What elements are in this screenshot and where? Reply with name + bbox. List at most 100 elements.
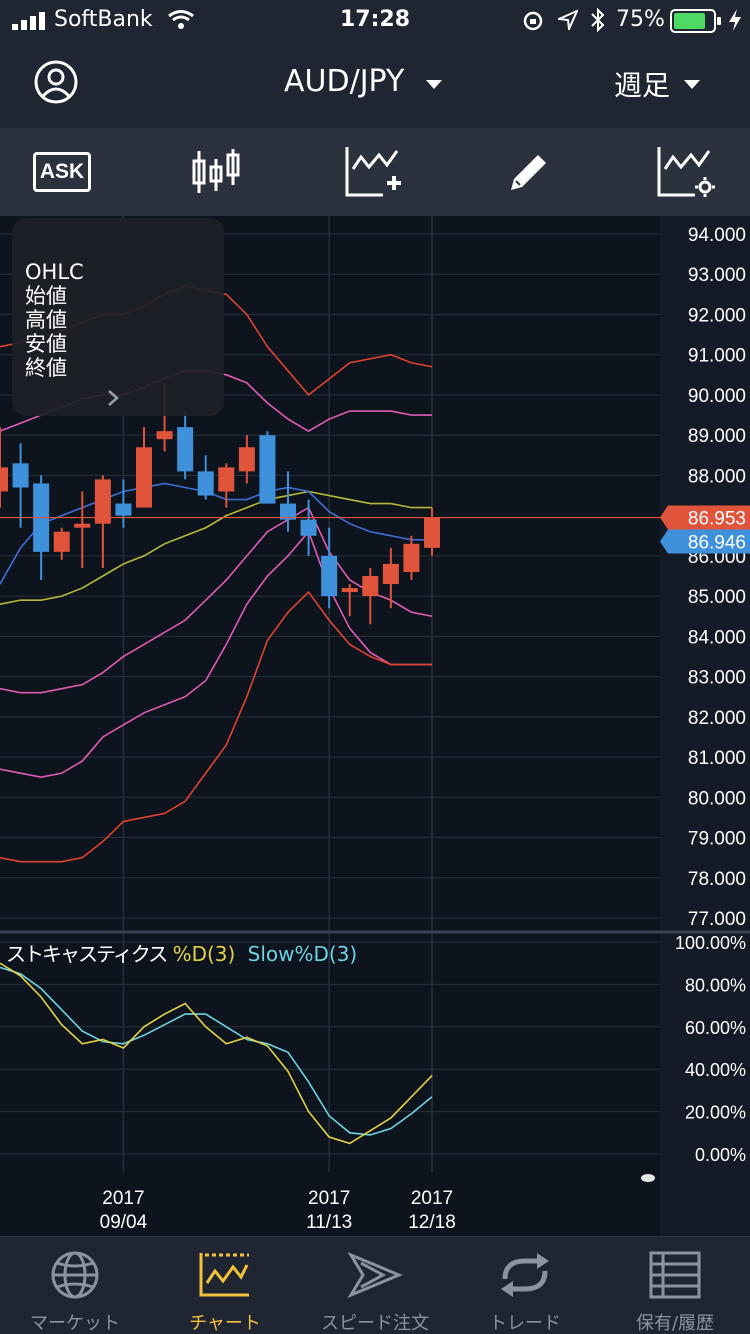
status-bar: SoftBank 17:28 75%	[0, 0, 750, 40]
stoch-tick-label: 20.00%	[685, 1103, 746, 1123]
candle-body	[136, 447, 152, 508]
stochastics-name: ストキャスティクス	[6, 942, 168, 966]
stoch-tick-label: 0.00%	[695, 1145, 746, 1165]
bid-price-label: 86.953	[688, 509, 746, 530]
price-tick-label: 89.000	[688, 426, 746, 447]
date-year-label: 2017	[308, 1188, 350, 1209]
date-day-label: 11/13	[306, 1212, 352, 1233]
chevron-down-icon	[684, 80, 700, 89]
stochastics-legend: ストキャスティクス %D(3) Slow%D(3)	[6, 938, 357, 967]
battery-icon	[670, 9, 721, 33]
price-tick-label: 84.000	[688, 627, 746, 648]
candle-body	[238, 447, 255, 472]
price-tick-label: 80.000	[688, 788, 746, 809]
bottom-tab-bar: マーケット チャート スピード注文 トレード 保有/履歴	[0, 1236, 750, 1334]
price-tick-label: 94.000	[688, 225, 746, 246]
chart-type-button[interactable]	[171, 138, 261, 206]
low-label: 安値	[25, 332, 67, 356]
tab-trade-label: トレード	[489, 1313, 561, 1334]
battery-percent: 75%	[616, 7, 665, 32]
price-tick-label: 85.000	[688, 587, 746, 608]
bluetooth-icon	[591, 8, 605, 32]
candle-body	[362, 576, 379, 597]
ask-bid-toggle-button[interactable]: ASK	[17, 138, 107, 206]
price-tick-label: 93.000	[688, 265, 746, 286]
currency-pair-title: AUD/JPY	[284, 64, 405, 99]
date-day-label: 09/04	[100, 1212, 148, 1233]
bollinger-lower-3	[0, 590, 432, 863]
add-indicator-icon	[345, 147, 401, 197]
candle-body	[0, 467, 8, 492]
add-indicator-button[interactable]	[328, 138, 418, 206]
date-day-label: 12/18	[408, 1212, 456, 1233]
candle-body	[259, 435, 276, 504]
exchange-icon	[501, 1253, 549, 1297]
stoch-tick-label: 80.00%	[685, 975, 746, 995]
ohlc-info-panel[interactable]: OHLC 始値 高値 安値 終値	[12, 218, 224, 416]
scroll-indicator	[641, 1174, 655, 1182]
stoch-tick-label: 40.00%	[685, 1060, 746, 1080]
price-tick-label: 77.000	[688, 909, 746, 930]
ask-label: ASK	[39, 160, 85, 183]
account-icon[interactable]	[34, 60, 78, 104]
price-tick-label: 91.000	[688, 346, 746, 367]
candle-body	[321, 555, 338, 597]
chevron-right-icon[interactable]	[106, 388, 120, 408]
candle-body	[300, 519, 317, 536]
tab-trade[interactable]: トレード	[450, 1237, 600, 1334]
pencil-icon	[511, 155, 546, 190]
price-tick-label: 81.000	[688, 748, 746, 769]
tab-speed-order[interactable]: スピード注文	[300, 1237, 450, 1334]
price-tick-label: 79.000	[688, 829, 746, 850]
stochastics-slow-label: Slow%D(3)	[247, 942, 358, 966]
chevron-down-icon	[426, 80, 442, 89]
tab-positions-history[interactable]: 保有/履歴	[600, 1237, 750, 1334]
candle-body	[74, 523, 91, 528]
price-tick-label: 88.000	[688, 466, 746, 487]
tab-speed-order-label: スピード注文	[321, 1313, 429, 1334]
stochastic-slow-d-line	[0, 966, 433, 1136]
stochastics-d-label: %D(3)	[172, 942, 236, 966]
tab-chart[interactable]: チャート	[150, 1237, 300, 1334]
tab-chart-label: チャート	[189, 1313, 261, 1334]
ohlc-label: OHLC	[25, 260, 84, 284]
stoch-tick-label: 100.00%	[675, 933, 746, 953]
price-tick-label: 92.000	[688, 305, 746, 326]
chart-toolbar: ASK	[0, 128, 750, 216]
high-label: 高値	[25, 308, 67, 332]
indicator-settings-button[interactable]	[640, 138, 730, 206]
indicator-settings-icon	[657, 147, 715, 197]
candle-body	[341, 588, 358, 593]
candle-body	[177, 427, 194, 472]
price-tick-label: 90.000	[688, 386, 746, 407]
list-icon	[649, 1251, 701, 1299]
tab-positions-history-label: 保有/履歴	[635, 1313, 715, 1334]
candle-body	[53, 531, 70, 552]
tab-market[interactable]: マーケット	[0, 1237, 150, 1334]
candle-body	[424, 517, 440, 548]
candle-body	[156, 431, 173, 440]
candle-body	[382, 563, 399, 585]
price-tick-label: 82.000	[688, 708, 746, 729]
candle-body	[115, 503, 132, 516]
candle-body	[403, 543, 420, 572]
stochastic-d-line	[0, 962, 433, 1145]
price-tick-label: 83.000	[688, 668, 746, 689]
candle-body	[197, 471, 214, 496]
price-tick-label: 78.000	[688, 869, 746, 890]
timeframe-label: 週足	[614, 69, 671, 102]
globe-icon	[51, 1251, 99, 1299]
chart-tab-icon	[199, 1253, 249, 1297]
stoch-tick-label: 60.00%	[685, 1018, 746, 1038]
tab-market-label: マーケット	[30, 1313, 120, 1334]
charging-icon	[729, 9, 741, 31]
candle-body	[12, 463, 29, 488]
date-year-label: 2017	[411, 1188, 453, 1209]
candle-body	[218, 467, 235, 492]
close-label: 終値	[25, 356, 67, 380]
date-year-label: 2017	[102, 1188, 144, 1209]
speed-order-icon	[347, 1251, 403, 1299]
candlestick-icon	[192, 149, 240, 193]
location-icon	[558, 10, 578, 30]
draw-tool-button[interactable]	[484, 138, 574, 206]
